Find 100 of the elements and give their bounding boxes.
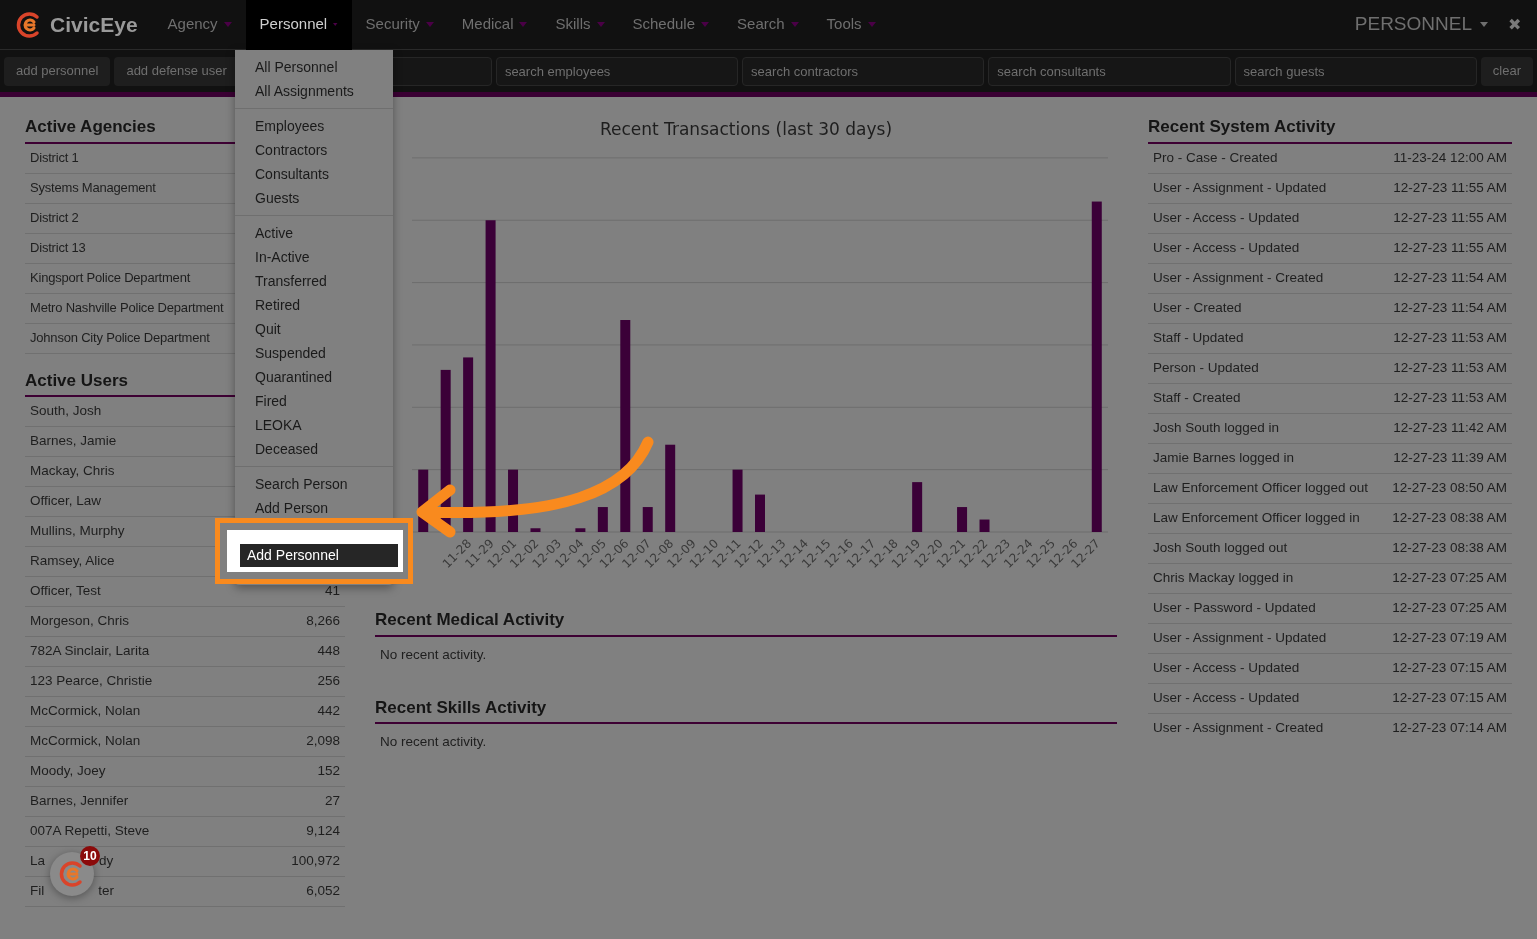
activity-time: 12-27-23 11:53 AM [1393,358,1507,377]
activity-time: 12-27-23 11:54 AM [1393,298,1507,317]
activity-time: 12-27-23 07:14 AM [1392,719,1507,738]
bar [957,507,968,532]
menu-item[interactable]: Add Personnel [240,544,398,567]
agency-name: Metro Nashville Police Department [30,299,224,318]
menu-item[interactable]: Search Person [235,472,393,496]
nav-tab[interactable]: Security [351,0,448,50]
user-name: McCormick, Nolan [30,702,141,721]
activity-event: User - Assignment - Created [1153,719,1324,738]
caret-icon [425,22,434,27]
activity-event: User - Access - Updated [1153,238,1300,257]
activity-event: User - Access - Updated [1153,208,1300,227]
menu-item[interactable]: Deceased [235,437,393,461]
notification-badge: 10 [80,846,100,866]
nav-tab[interactable]: Personnel [245,0,352,50]
agency-name: Kingsport Police Department [30,269,191,288]
nav-tab[interactable]: Tools [812,0,890,50]
activity-event: User - Assignment - Updated [1153,628,1327,647]
account-menu[interactable]: PERSONNEL [1354,10,1488,39]
bar [530,528,541,532]
activity-event: User - Assignment - Updated [1153,178,1327,197]
activity-time: 12-27-23 11:55 AM [1393,208,1507,227]
activity-event: Law Enforcement Officer logged out [1153,478,1369,497]
section-heading: Recent Medical Activity [375,607,1117,637]
activity-time: 12-27-23 07:19 AM [1392,628,1507,647]
activity-time: 11-23-24 12:00 AM [1393,148,1507,167]
empty-message: No recent activity. [379,733,488,752]
user-name: Mullins, Murphy [30,522,125,541]
bar [732,469,743,532]
user-name: dy [99,852,114,871]
menu-item[interactable]: LEOKA [235,413,393,437]
user-name: 123 Pearce, Christie [30,672,153,691]
activity-event: Josh South logged in [1153,418,1280,437]
bar [508,469,519,532]
menu-item[interactable]: Active [235,221,393,245]
caret-icon [790,22,799,27]
user-name: Barnes, Jamie [30,432,117,451]
agency-name: District 1 [30,149,79,168]
section-heading: Recent System Activity [1148,114,1512,144]
user-count: 2,098 [306,732,340,751]
bar [575,528,586,532]
user-count: 448 [317,642,340,661]
activity-event: Staff - Created [1153,388,1241,407]
search-field[interactable]: search guests [1234,56,1477,86]
user-name: Officer, Test [30,582,101,601]
logo-icon [59,861,85,887]
activity-event: User - Assignment - Created [1153,268,1324,287]
menu-item[interactable]: Consultants [235,162,393,186]
search-field[interactable]: search consultants [988,56,1231,86]
bar [597,507,608,532]
menu-item[interactable]: Retired [235,293,393,317]
bar [418,469,429,532]
activity-event: Pro - Case - Created [1153,148,1278,167]
menu-item[interactable]: Add Person [235,496,393,520]
menu-item[interactable]: Suspended [235,341,393,365]
user-name: ter [98,882,114,901]
section-heading: Recent Skills Activity [375,694,1117,725]
activity-time: 12-27-23 07:25 AM [1392,568,1507,587]
user-name: Mackay, Chris [30,462,115,481]
activity-event: Staff - Updated [1153,328,1244,347]
nav-tab[interactable]: Search [723,0,813,50]
search-field[interactable]: search employees [495,56,739,86]
search-field[interactable]: search contractors [742,56,985,86]
nav-tab[interactable]: Agency [153,0,246,50]
user-name: La [30,852,46,871]
bar [755,494,765,532]
user-count: 6,052 [306,882,340,901]
user-count: 256 [317,672,340,691]
empty-message: No recent activity. [379,645,488,664]
activity-time: 12-27-23 08:38 AM [1392,538,1507,557]
user-name: 007A Repetti, Steve [30,822,150,841]
menu-item[interactable]: Quit [235,317,393,341]
nav-tab[interactable]: Schedule [618,0,724,50]
agency-name: Johnson City Police Department [30,329,210,348]
activity-time: 12-27-23 11:42 AM [1393,418,1507,437]
activity-time: 12-27-23 07:25 AM [1392,598,1507,617]
user-name: Barnes, Jennifer [30,792,129,811]
menu-item[interactable]: In-Active [235,245,393,269]
user-count: 27 [324,792,340,811]
activity-event: Jamie Barnes logged in [1153,448,1295,467]
logo-icon [16,11,42,38]
nav-tab[interactable]: Medical [447,0,542,50]
caret-icon [333,22,338,27]
activity-event: User - Access - Updated [1153,688,1300,707]
toolbar-button[interactable]: add personnel [4,56,111,86]
user-name: Officer, Law [30,492,102,511]
caret-icon [1480,22,1488,27]
user-name: Fil [30,882,45,901]
menu-item[interactable]: Transferred [235,269,393,293]
menu-item[interactable]: Guests [235,186,393,210]
bar [979,519,990,532]
activity-event: Law Enforcement Officer logged in [1153,508,1360,527]
agency-name: District 2 [30,209,79,228]
activity-time: 12-27-23 11:53 AM [1393,388,1507,407]
caret-icon [596,22,605,27]
clear-button[interactable]: clear [1480,56,1533,86]
close-button[interactable]: ✖ [1508,12,1521,37]
caret-icon [519,22,528,27]
nav-tab[interactable]: Skills [541,0,619,50]
